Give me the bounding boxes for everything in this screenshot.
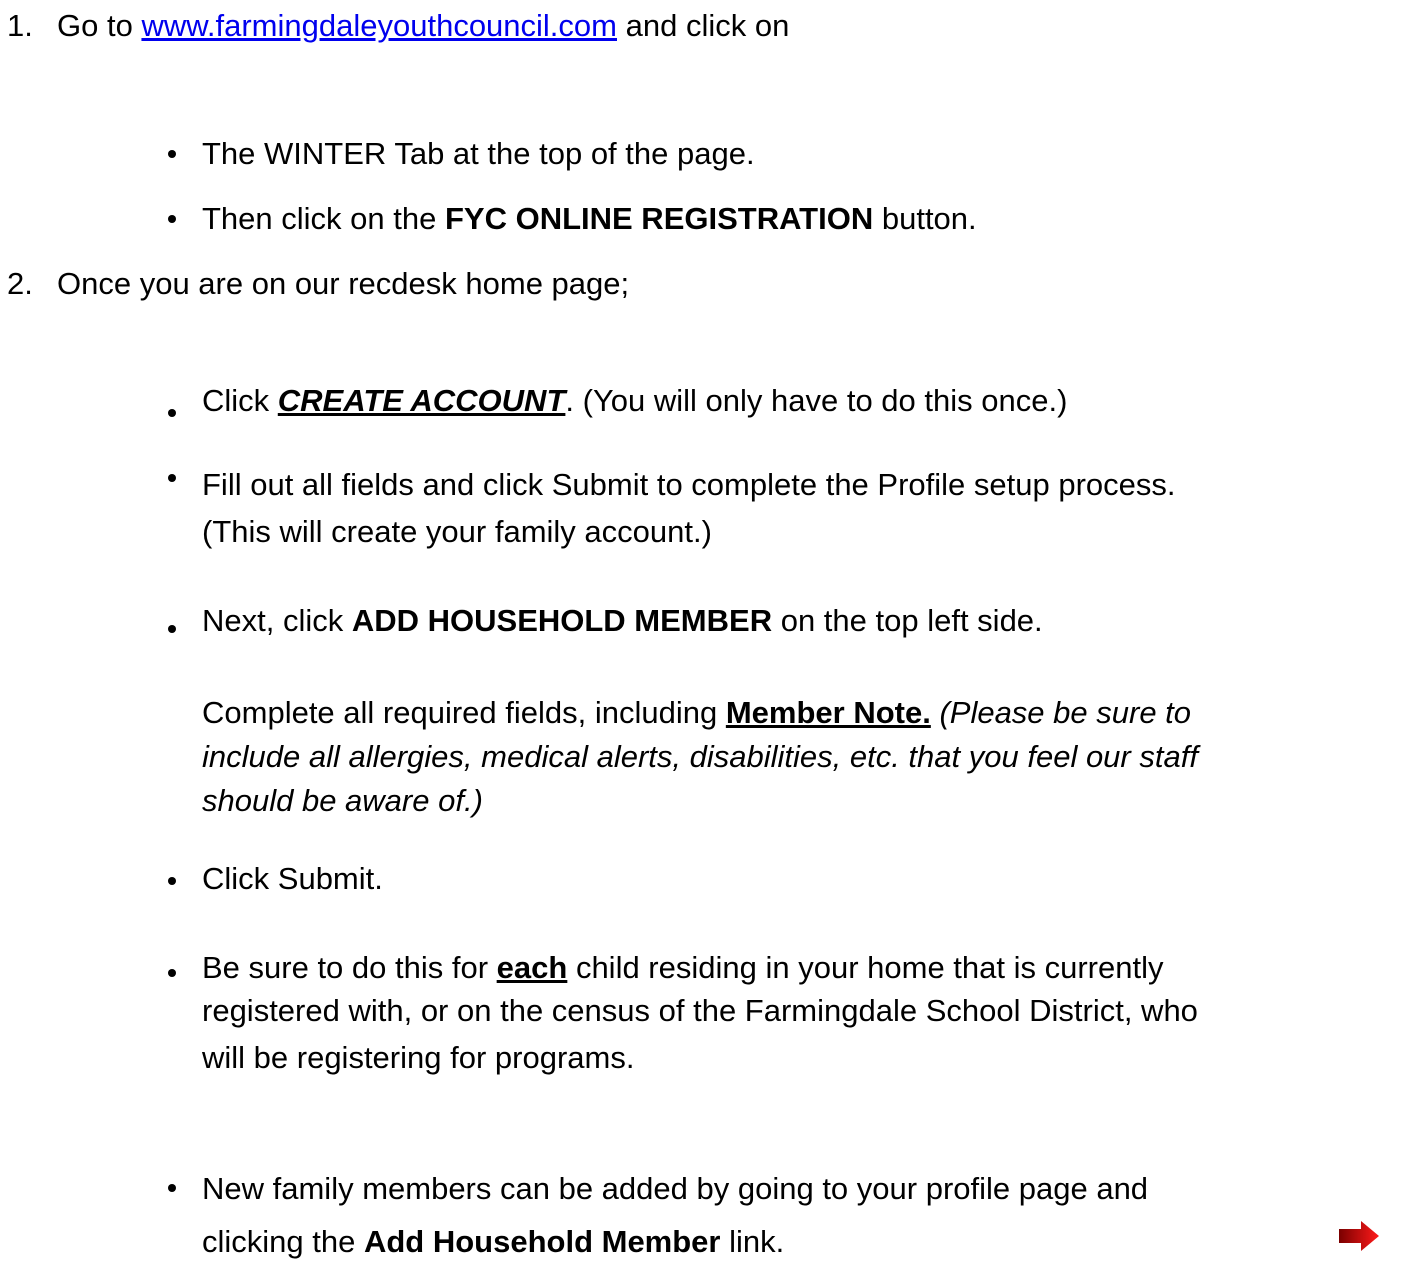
bullet-2-1: Click CREATE ACCOUNT. (You will only hav… xyxy=(202,382,1067,419)
bullet-1-2-after: button. xyxy=(873,201,977,236)
each-emphasis: each xyxy=(496,950,568,985)
bullet-2-5-dot xyxy=(168,877,176,885)
step-2-number: 2. xyxy=(7,266,33,301)
bullet-2-6-dot xyxy=(168,969,176,977)
bullet-2-5: Click Submit. xyxy=(202,861,383,896)
step-1-intro: Go to www.farmingdaleyouthcouncil.com an… xyxy=(57,7,789,44)
bullet-2-3-after: on the top left side. xyxy=(772,603,1043,638)
bullet-2-3-bold: ADD HOUSEHOLD MEMBER xyxy=(351,603,773,638)
bullet-1-2: Then click on the FYC ONLINE REGISTRATIO… xyxy=(202,200,977,237)
bullet-2-6-line-1: Be sure to do this for each child residi… xyxy=(202,949,1164,986)
bullet-2-2-line-2: (This will create your family account.) xyxy=(202,514,712,549)
member-note-para-line-1: Complete all required fields, including … xyxy=(202,694,1191,731)
bullet-2-6-before: Be sure to do this for xyxy=(202,950,497,985)
step-1-intro-before: Go to xyxy=(57,8,142,43)
bullet-1-1-text: The WINTER Tab at the top of the page. xyxy=(202,136,755,171)
step-2-intro-text: Once you are on our recdesk home page; xyxy=(57,266,630,301)
bullet-2-6-line-3: will be registering for programs. xyxy=(202,1040,635,1075)
bullet-1-2-dot xyxy=(168,215,176,223)
bullet-2-7-line-2: clicking the Add Household Member link. xyxy=(202,1223,784,1260)
bullet-2-1-before: Click xyxy=(202,383,278,418)
member-note-label: Member Note. xyxy=(725,695,931,730)
bullet-1-2-before: Then click on the xyxy=(202,201,445,236)
bullet-1-2-bold: FYC ONLINE REGISTRATION xyxy=(444,201,874,236)
step-2-intro: Once you are on our recdesk home page; xyxy=(57,265,629,302)
bullet-2-3-dot xyxy=(168,625,176,633)
website-link[interactable]: www.farmingdaleyouthcouncil.com xyxy=(141,8,617,43)
member-note-para-line-3: should be aware of.) xyxy=(202,783,483,818)
bullet-1-1-dot xyxy=(168,150,176,158)
bullet-2-6-line-2: registered with, or on the census of the… xyxy=(202,993,1198,1028)
bullet-2-1-dot xyxy=(168,409,176,417)
create-account-emphasis: CREATE ACCOUNT xyxy=(277,383,566,418)
bullet-2-7-before: clicking the xyxy=(202,1224,364,1259)
bullet-2-3: Next, click ADD HOUSEHOLD MEMBER on the … xyxy=(202,602,1043,639)
step-1-number: 1. xyxy=(7,8,33,43)
bullet-2-2-line-1: Fill out all fields and click Submit to … xyxy=(202,467,1176,502)
bullet-1-1: The WINTER Tab at the top of the page. xyxy=(202,135,755,172)
step-1-intro-after: and click on xyxy=(617,8,790,43)
member-note-para-before: Complete all required fields, including xyxy=(202,695,726,730)
bullet-2-7-dot xyxy=(168,1184,176,1192)
member-note-para-line-2: include all allergies, medical alerts, d… xyxy=(202,739,1198,774)
bullet-2-1-after: . (You will only have to do this once.) xyxy=(565,383,1068,418)
bullet-2-6-after: child residing in your home that is curr… xyxy=(567,950,1164,985)
bullet-2-7-line-1: New family members can be added by going… xyxy=(202,1171,1149,1206)
bullet-2-2-dot xyxy=(168,474,176,482)
bullet-2-7-bold: Add Household Member xyxy=(363,1224,721,1259)
bullet-2-3-before: Next, click xyxy=(202,603,352,638)
member-note-para-italic-1: (Please be sure to xyxy=(930,695,1192,730)
red-arrow-right-icon[interactable] xyxy=(1339,1221,1379,1251)
bullet-2-7-after: link. xyxy=(720,1224,785,1259)
